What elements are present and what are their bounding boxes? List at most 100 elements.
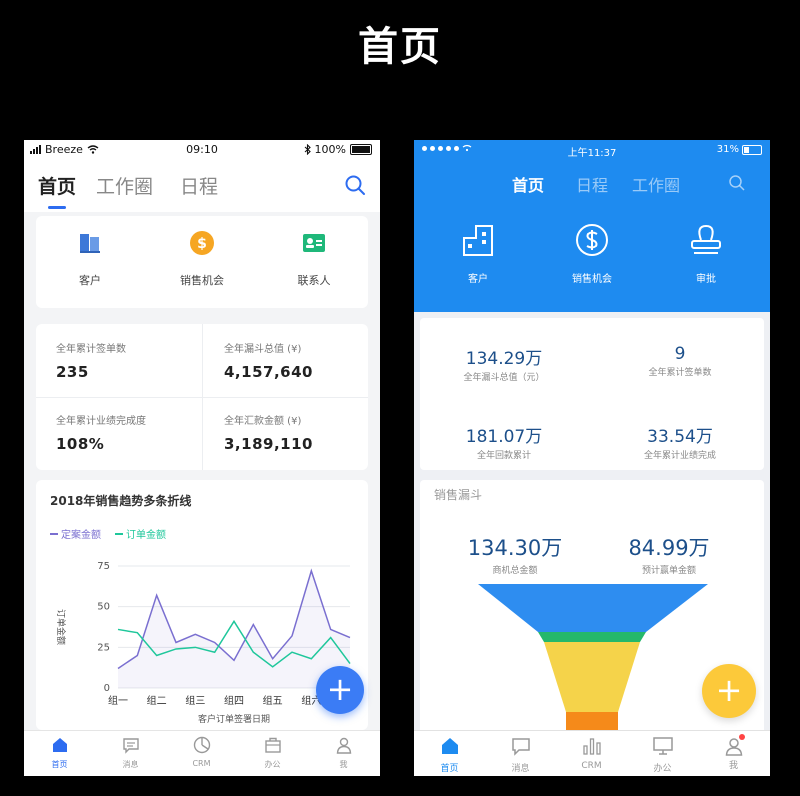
- stat-signed-orders[interactable]: 9 全年累计签单数: [600, 344, 760, 378]
- funnel-stage-1[interactable]: [478, 584, 708, 632]
- home-icon: [52, 738, 67, 752]
- stat-value: 134.29万: [465, 349, 543, 369]
- stat-label: 全年累计签单数: [56, 344, 126, 355]
- stamp-icon: [691, 224, 721, 254]
- divider: [36, 397, 368, 398]
- quick-label: 客户: [79, 274, 101, 287]
- stat-label: 全年累计签单数: [648, 368, 712, 378]
- stat-remittance[interactable]: 全年汇款金额 (¥) 3,189,110: [224, 412, 374, 453]
- quick-sales-opportunity[interactable]: 销售机会: [542, 222, 642, 285]
- building-icon: [463, 225, 493, 256]
- quick-label: 销售机会: [572, 274, 612, 285]
- status-bar: 上午11:37 31%: [414, 144, 770, 160]
- phone-right: 上午11:37 31% 首页 日程 工作圈 客户 销售机会 审批 134.29万…: [414, 140, 770, 776]
- stats-card: 全年累计签单数 235 全年漏斗总值 (¥) 4,157,640 全年累计业绩完…: [36, 324, 368, 470]
- stat-collection[interactable]: 181.07万 全年回款累计: [424, 422, 584, 461]
- tab-home[interactable]: 首页: [38, 172, 76, 209]
- bar-chart-icon: [582, 738, 601, 755]
- dollar-coin-icon: [576, 224, 608, 256]
- nav-messages[interactable]: 消息: [95, 735, 166, 770]
- x-tick-label: 组二: [147, 694, 167, 707]
- quick-label: 客户: [468, 274, 488, 285]
- x-tick-label: 组五: [263, 694, 283, 707]
- quick-customer[interactable]: 客户: [40, 230, 140, 288]
- message-icon: [122, 738, 139, 754]
- tab-home[interactable]: 首页: [512, 172, 544, 196]
- battery-percent: 31%: [716, 144, 739, 155]
- tab-schedule[interactable]: 日程: [180, 172, 218, 199]
- y-tick-label: 75: [97, 561, 110, 572]
- home-icon: [441, 738, 458, 754]
- nav-home[interactable]: 首页: [24, 735, 95, 770]
- x-tick-label: 组一: [108, 694, 128, 707]
- stat-label: 全年漏斗总值 (¥): [224, 344, 302, 355]
- stat-label: 全年累计业绩完成: [643, 451, 716, 461]
- stat-value: 108%: [56, 435, 105, 453]
- nav-office[interactable]: 办公: [237, 735, 308, 770]
- nav-office[interactable]: 办公: [627, 735, 698, 774]
- quick-customer[interactable]: 客户: [428, 222, 528, 285]
- add-button[interactable]: +: [316, 666, 364, 714]
- nav-crm[interactable]: CRM: [556, 735, 627, 771]
- x-axis-label: 客户订单签署日期: [198, 713, 270, 725]
- tab-work-circle[interactable]: 工作圈: [96, 172, 153, 199]
- monitor-icon: [652, 737, 673, 755]
- quick-label: 联系人: [297, 274, 331, 287]
- y-tick-label: 25: [97, 642, 110, 653]
- series-area: [118, 570, 350, 688]
- stat-completion[interactable]: 全年累计业绩完成度 108%: [56, 412, 206, 453]
- stat-label: 全年漏斗总值（元）: [463, 373, 545, 383]
- add-button[interactable]: +: [702, 664, 756, 718]
- nav-label: 首页: [51, 760, 68, 769]
- stat-value: 3,189,110: [224, 435, 313, 453]
- page-title: 首页: [358, 24, 442, 70]
- quick-label: 审批: [696, 274, 716, 285]
- top-tabs: 首页 工作圈 日程: [24, 160, 380, 212]
- stat-value: 235: [56, 363, 89, 381]
- quick-contacts[interactable]: 联系人: [264, 230, 364, 288]
- stat-value: 33.54万: [647, 427, 713, 447]
- quick-actions: 客户 $ 销售机会 联系人: [36, 216, 368, 308]
- quick-sales-opportunity[interactable]: $ 销售机会: [152, 230, 252, 288]
- tab-work-circle[interactable]: 工作圈: [632, 172, 680, 196]
- nav-label: 我: [339, 760, 348, 769]
- nav-label: 消息: [122, 760, 139, 769]
- nav-label: 我: [728, 761, 738, 771]
- nav-label: 消息: [511, 764, 530, 774]
- nav-messages[interactable]: 消息: [485, 735, 556, 774]
- search-icon[interactable]: [728, 174, 746, 192]
- stat-signed-orders[interactable]: 全年累计签单数 235: [56, 340, 206, 381]
- funnel-stage-3[interactable]: [544, 642, 640, 712]
- battery-icon: [742, 144, 762, 155]
- nav-label: 首页: [440, 764, 459, 774]
- bluetooth-icon: [304, 144, 311, 155]
- building-icon: [80, 234, 100, 253]
- x-tick-label: 组三: [185, 694, 205, 707]
- bottom-nav: 首页 消息 CRM 办公 我: [24, 730, 380, 776]
- tab-schedule[interactable]: 日程: [576, 172, 608, 196]
- blue-header: 上午11:37 31% 首页 日程 工作圈 客户 销售机会 审批: [414, 140, 770, 312]
- stat-funnel-total[interactable]: 全年漏斗总值 (¥) 4,157,640: [224, 340, 374, 381]
- search-icon[interactable]: [344, 174, 366, 196]
- svg-text:$: $: [197, 236, 207, 252]
- stat-completion[interactable]: 33.54万 全年累计业绩完成: [600, 422, 760, 461]
- battery-icon: [350, 144, 372, 155]
- stat-label: 全年汇款金额 (¥): [224, 416, 302, 427]
- nav-label: CRM: [581, 761, 602, 771]
- person-icon: [336, 737, 351, 754]
- nav-crm[interactable]: CRM: [166, 735, 237, 768]
- stat-funnel-total[interactable]: 134.29万 全年漏斗总值（元）: [424, 344, 584, 383]
- pie-chart-icon: [193, 736, 210, 754]
- dollar-coin-icon: $: [190, 231, 214, 255]
- quick-label: 销售机会: [180, 274, 224, 287]
- status-bar: Breeze 09:10 100%: [24, 140, 380, 160]
- message-icon: [511, 738, 530, 756]
- nav-label: 办公: [264, 760, 281, 769]
- quick-approval[interactable]: 审批: [656, 222, 756, 285]
- nav-me[interactable]: 我: [308, 735, 379, 770]
- nav-home[interactable]: 首页: [414, 735, 485, 774]
- stats-card: 134.29万 全年漏斗总值（元） 9 全年累计签单数 181.07万 全年回款…: [420, 318, 764, 470]
- funnel-stage-2[interactable]: [538, 632, 646, 642]
- contact-card-icon: [303, 234, 325, 252]
- nav-me[interactable]: 我: [698, 734, 769, 771]
